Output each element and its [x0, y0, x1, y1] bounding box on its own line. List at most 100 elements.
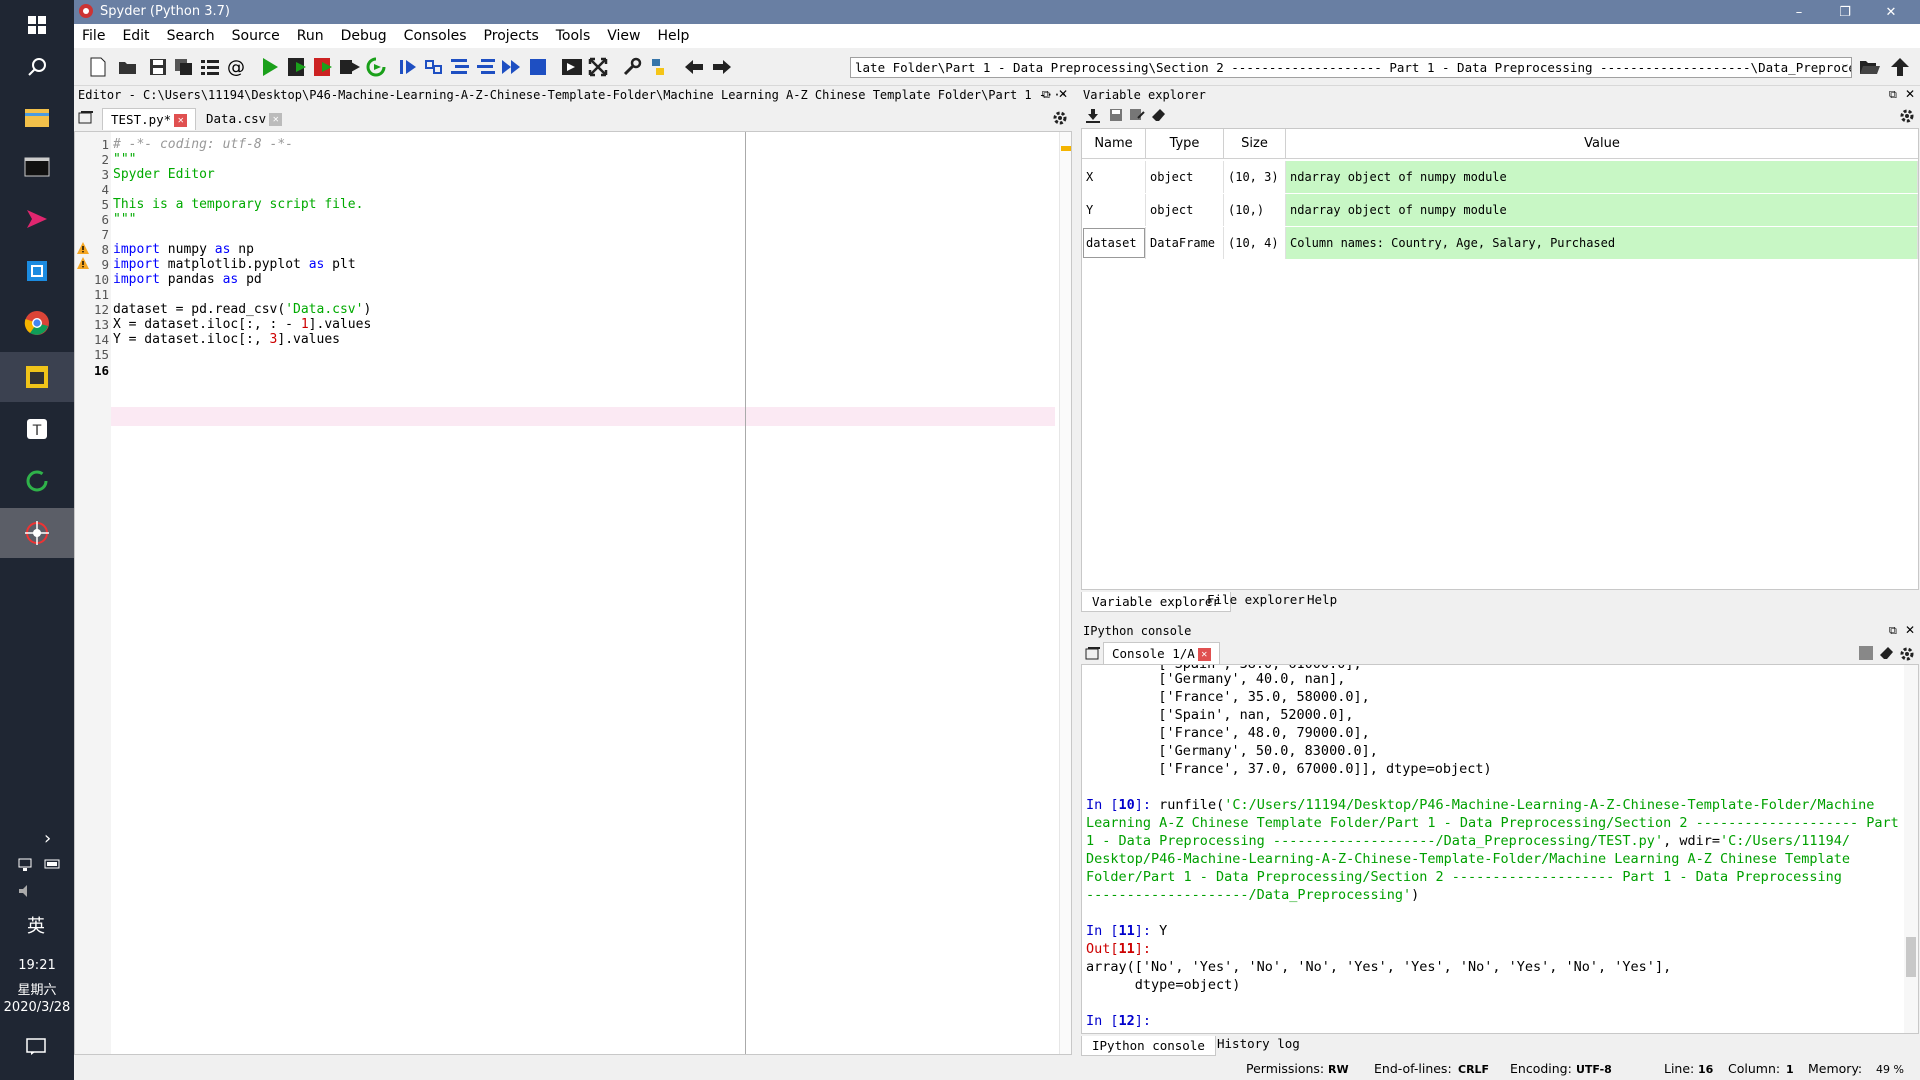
expand-tray-icon[interactable]: › — [44, 828, 51, 849]
menu-view[interactable]: View — [607, 28, 640, 44]
clock-time[interactable]: 19:21 — [0, 958, 74, 973]
chevron-down-icon[interactable]: ⌵ — [1842, 59, 1848, 70]
memory-value: 49 % — [1876, 1063, 1904, 1076]
undock-icon[interactable]: ⧉ — [1042, 88, 1050, 102]
preferences-wrench-icon[interactable] — [620, 55, 644, 79]
scrollbar-thumb[interactable] — [1906, 937, 1916, 977]
save-all-icon[interactable] — [172, 55, 196, 79]
console-scrollbar[interactable] — [1904, 665, 1918, 1033]
editor-scrollbar[interactable] — [1059, 132, 1071, 1054]
menu-search[interactable]: Search — [167, 28, 215, 44]
menu-tools[interactable]: Tools — [556, 28, 591, 44]
variable-table[interactable]: Name Type Size Value X object (10, 3) nd… — [1081, 128, 1919, 590]
close-pane-icon[interactable]: ✕ — [1905, 87, 1915, 101]
menu-projects[interactable]: Projects — [484, 28, 539, 44]
working-directory-combo[interactable]: late Folder\Part 1 - Data Preprocessing\… — [850, 57, 1852, 78]
send-app-icon[interactable] — [0, 194, 74, 244]
save-data-icon[interactable] — [1109, 108, 1123, 126]
maximize-pane-icon[interactable] — [560, 55, 584, 79]
close-pane-icon[interactable]: ✕ — [1905, 623, 1915, 637]
virtualbox-icon[interactable] — [0, 246, 74, 296]
clear-console-eraser-icon[interactable] — [1879, 646, 1895, 664]
continue-icon[interactable] — [500, 55, 524, 79]
close-window-button[interactable]: ✕ — [1868, 0, 1914, 24]
file-explorer-icon[interactable] — [0, 92, 74, 142]
back-arrow-icon[interactable] — [682, 55, 706, 79]
undock-icon[interactable]: ⧉ — [1889, 88, 1897, 102]
network-icon[interactable] — [18, 858, 34, 876]
menu-consoles[interactable]: Consoles — [404, 28, 467, 44]
code-editor[interactable]: 1 2 3 4 5 6 7 8 9 10 11 12 13 14 15 16 #… — [74, 131, 1072, 1055]
sync-app-icon[interactable] — [0, 456, 74, 506]
tab-history-log[interactable]: History log — [1207, 1034, 1310, 1054]
menu-help[interactable]: Help — [657, 28, 689, 44]
browse-folder-icon[interactable] — [1858, 55, 1882, 79]
close-tab-icon[interactable]: ✕ — [174, 114, 188, 127]
run-icon[interactable] — [258, 55, 282, 79]
console-output[interactable]: ['Spain', 38.0, 61000.0], ['Germany', 40… — [1081, 664, 1919, 1034]
menu-source[interactable]: Source — [232, 28, 280, 44]
column-header-type[interactable]: Type — [1146, 129, 1224, 159]
run-cell-icon[interactable] — [286, 55, 310, 79]
save-data-as-icon[interactable] — [1129, 108, 1145, 126]
run-selection-icon[interactable] — [338, 55, 362, 79]
ime-indicator[interactable]: 英 — [27, 912, 45, 938]
typora-icon[interactable]: T — [0, 404, 74, 454]
var-size: (10, 3) — [1224, 161, 1286, 193]
undock-icon[interactable]: ⧉ — [1889, 624, 1897, 638]
rerun-icon[interactable] — [364, 55, 388, 79]
column-header-name[interactable]: Name — [1082, 129, 1146, 159]
step-icon[interactable] — [422, 55, 446, 79]
minimize-button[interactable]: – — [1776, 0, 1822, 24]
run-cell-advance-icon[interactable] — [312, 55, 336, 79]
warning-icon[interactable] — [77, 242, 89, 254]
search-icon[interactable] — [0, 42, 74, 92]
maximize-button[interactable]: ❐ — [1822, 0, 1868, 24]
browse-tabs-icon[interactable] — [1085, 646, 1101, 664]
at-symbol-icon[interactable]: @ — [224, 55, 248, 79]
python-path-icon[interactable] — [646, 55, 670, 79]
tab-console-1a[interactable]: Console 1/A ✕ — [1103, 642, 1220, 664]
warning-icon[interactable] — [77, 257, 89, 269]
remove-all-eraser-icon[interactable] — [1151, 108, 1167, 126]
step-into-icon[interactable] — [448, 55, 472, 79]
tab-ipython-console[interactable]: IPython console — [1081, 1036, 1216, 1056]
battery-icon[interactable] — [44, 858, 62, 874]
new-file-icon[interactable] — [86, 55, 110, 79]
menu-file[interactable]: File — [82, 28, 105, 44]
title-bar[interactable]: Spyder (Python 3.7) – ❐ ✕ — [74, 0, 1920, 24]
console-options-gear-icon[interactable] — [1899, 646, 1915, 666]
debug-icon[interactable] — [396, 55, 420, 79]
column-header-value[interactable]: Value — [1286, 129, 1918, 159]
console-input-12[interactable]: In [12]: — [1086, 1013, 1151, 1029]
step-return-icon[interactable] — [474, 55, 498, 79]
tab-test-py[interactable]: TEST.py* ✕ — [102, 108, 197, 130]
editor-options-gear-icon[interactable] — [1052, 110, 1068, 130]
tab-help[interactable]: Help — [1297, 590, 1347, 610]
pycharm-app-icon[interactable] — [0, 352, 74, 402]
parent-directory-icon[interactable] — [1888, 55, 1912, 79]
forward-arrow-icon[interactable] — [710, 55, 734, 79]
close-pane-icon[interactable]: ✕ — [1058, 87, 1068, 101]
column-header-size[interactable]: Size — [1224, 129, 1286, 159]
import-data-icon[interactable] — [1085, 108, 1101, 128]
open-file-icon[interactable] — [116, 55, 140, 79]
tab-data-csv[interactable]: Data.csv ✕ — [198, 108, 290, 130]
stop-kernel-icon[interactable] — [1859, 646, 1873, 660]
menu-edit[interactable]: Edit — [122, 28, 149, 44]
chrome-icon[interactable] — [0, 298, 74, 348]
menu-debug[interactable]: Debug — [341, 28, 387, 44]
close-tab-icon[interactable]: ✕ — [1197, 648, 1211, 661]
save-file-icon[interactable] — [146, 55, 170, 79]
volume-icon[interactable] — [18, 884, 34, 902]
file-switcher-icon[interactable] — [198, 55, 222, 79]
close-tab-icon[interactable]: ✕ — [269, 113, 283, 126]
spyder-taskbar-icon[interactable] — [0, 508, 74, 558]
menu-run[interactable]: Run — [297, 28, 324, 44]
terminal-icon[interactable] — [0, 142, 74, 192]
notification-icon[interactable] — [26, 1038, 46, 1060]
browse-tabs-icon[interactable] — [78, 110, 94, 128]
stop-debug-icon[interactable] — [526, 55, 550, 79]
variable-explorer-gear-icon[interactable] — [1899, 108, 1915, 128]
fullscreen-icon[interactable] — [586, 55, 610, 79]
